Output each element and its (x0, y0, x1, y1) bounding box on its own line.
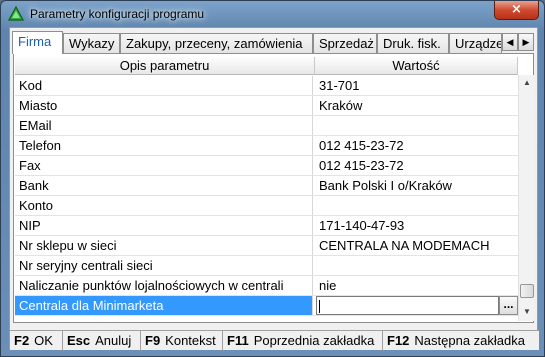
param-value[interactable]: 012 415-23-72 (316, 156, 518, 175)
table-row[interactable]: Naliczanie punktów lojalnościowych w cen… (15, 276, 518, 296)
table-row[interactable]: Bank Bank Polski I o/Kraków (15, 176, 518, 196)
scroll-up-icon[interactable]: ▲ (519, 75, 535, 91)
param-value[interactable]: 012 415-23-72 (316, 136, 518, 155)
table-row[interactable]: Fax 012 415-23-72 (15, 156, 518, 176)
table-row[interactable]: Nr seryjny centrali sieci (15, 256, 518, 276)
shortcut-esc[interactable]: Esc Anuluj (63, 331, 141, 351)
param-name: Nr seryjny centrali sieci (15, 256, 313, 275)
param-value[interactable]: Bank Polski I o/Kraków (316, 176, 518, 195)
param-name: Bank (15, 176, 313, 195)
title-bar[interactable]: Parametry konfiguracji programu × (1, 1, 544, 27)
param-name: NIP (15, 216, 313, 235)
tab-druk-fisk[interactable]: Druk. fisk. (377, 33, 449, 53)
tab-wykazy[interactable]: Wykazy (63, 33, 120, 53)
tab-urzadzenia[interactable]: Urządzenia (449, 33, 502, 53)
param-value[interactable]: 31-701 (316, 76, 518, 95)
tab-scroll-left-icon[interactable]: ◀ (502, 33, 518, 51)
table-row[interactable]: EMail (15, 116, 518, 136)
param-value[interactable]: nie (316, 276, 518, 295)
table-row[interactable]: NIP 171-140-47-93 (15, 216, 518, 236)
parameter-grid: Opis parametru Wartość Kod 31-701 Miasto… (15, 57, 518, 321)
table-row-selected[interactable]: Centrala dla Minimarketa ... (15, 296, 518, 316)
scroll-thumb[interactable] (520, 284, 534, 298)
vertical-scrollbar[interactable]: ▲ ▼ (518, 75, 534, 321)
shortcut-f9[interactable]: F9 Kontekst (141, 331, 223, 351)
param-value[interactable] (316, 116, 518, 135)
param-value[interactable]: Kraków (316, 96, 518, 115)
param-name: Centrala dla Minimarketa (15, 296, 313, 315)
shortcut-f11[interactable]: F11 Poprzednia zakładka (223, 331, 383, 351)
tab-firma[interactable]: Firma (12, 31, 63, 54)
table-row[interactable]: Miasto Kraków (15, 96, 518, 116)
scroll-down-icon[interactable]: ▼ (519, 304, 535, 320)
tab-scroll-right-icon[interactable]: ▶ (518, 33, 534, 51)
shortcut-f2[interactable]: F2 OK (10, 331, 63, 351)
param-name: Naliczanie punktów lojalnościowych w cen… (15, 276, 313, 295)
param-name: Telefon (15, 136, 313, 155)
text-caret (319, 300, 320, 313)
shortcut-bar: F2 OK Esc Anuluj F9 Kontekst F11 Poprzednia … (10, 330, 539, 351)
column-header-value[interactable]: Wartość (315, 57, 518, 75)
param-name: Konto (15, 196, 313, 215)
param-name: Miasto (15, 96, 313, 115)
tab-zakupy[interactable]: Zakupy, przeceny, zamówienia (120, 33, 313, 53)
param-value[interactable]: 171-140-47-93 (316, 216, 518, 235)
grid-header: Opis parametru Wartość (15, 57, 518, 75)
green-triangle-icon (8, 6, 24, 21)
param-name: Fax (15, 156, 313, 175)
tab-sprzedaz[interactable]: Sprzedaż (313, 33, 377, 53)
param-value[interactable]: CENTRALA NA MODEMACH (316, 236, 518, 255)
ellipsis-button[interactable]: ... (499, 296, 518, 315)
tab-panel-firma: Opis parametru Wartość Kod 31-701 Miasto… (13, 53, 534, 323)
param-name: Nr sklepu w sieci (15, 236, 313, 255)
column-header-param[interactable]: Opis parametru (15, 57, 315, 75)
table-row[interactable]: Nr sklepu w sieci CENTRALA NA MODEMACH (15, 236, 518, 256)
table-row[interactable]: Konto (15, 196, 518, 216)
param-value[interactable] (316, 256, 518, 275)
param-value[interactable] (316, 196, 518, 215)
table-row[interactable]: Kod 31-701 (15, 76, 518, 96)
table-row[interactable]: Telefon 012 415-23-72 (15, 136, 518, 156)
close-button[interactable]: × (494, 1, 539, 20)
param-name: Kod (15, 76, 313, 95)
shortcut-f12[interactable]: F12 Następna zakładka (383, 331, 539, 351)
param-name: EMail (15, 116, 313, 135)
window-title: Parametry konfiguracji programu (30, 7, 205, 21)
config-window: Parametry konfiguracji programu × Firma … (0, 0, 545, 357)
tab-strip: Firma Wykazy Zakupy, przeceny, zamówieni… (10, 31, 539, 54)
client-area: Firma Wykazy Zakupy, przeceny, zamówieni… (9, 27, 539, 351)
value-edit-input[interactable] (316, 296, 499, 315)
